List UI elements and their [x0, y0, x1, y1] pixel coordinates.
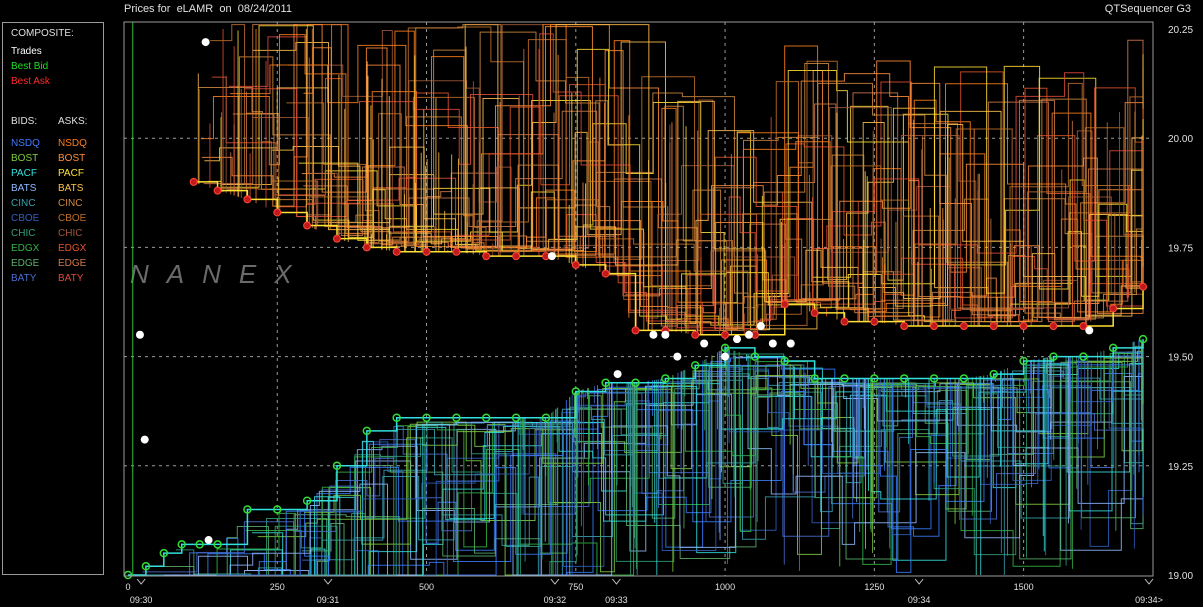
- time-marker: [914, 578, 924, 585]
- best-ask-point: [273, 208, 282, 217]
- best-ask-point: [840, 317, 849, 326]
- trade-point: [768, 339, 777, 348]
- trade-point: [613, 370, 622, 379]
- quote-lines-layer: [137, 24, 1144, 576]
- best-ask-point: [213, 186, 222, 195]
- best-ask-point: [332, 234, 341, 243]
- y-tick-label: 19.00: [1168, 571, 1193, 582]
- best-ask-point: [989, 322, 998, 331]
- best-ask-point: [691, 330, 700, 339]
- best-ask-point: [870, 317, 879, 326]
- trade-point: [721, 352, 730, 361]
- x-tick-label: 1500: [1014, 582, 1034, 592]
- ask-quote-line: [303, 92, 1144, 327]
- nanex-watermark: NANEX: [130, 259, 310, 289]
- time-label: 09:33: [605, 595, 628, 605]
- x-tick-label: 1000: [715, 582, 735, 592]
- trade-point: [661, 330, 670, 339]
- trade-point: [1085, 326, 1094, 335]
- best-ask-point: [631, 326, 640, 335]
- trade-point: [700, 339, 709, 348]
- time-marker: [323, 578, 333, 585]
- time-marker: [1144, 578, 1154, 585]
- time-label: 09:31: [317, 595, 340, 605]
- best-ask-point: [571, 260, 580, 269]
- best-ask-point: [900, 322, 909, 331]
- best-ask-point: [1139, 282, 1148, 291]
- best-ask-point: [601, 269, 610, 278]
- trade-point: [201, 38, 210, 47]
- best-ask-point: [1109, 304, 1118, 313]
- best-ask-point: [810, 308, 819, 317]
- trade-point: [547, 252, 556, 261]
- best-ask-point: [303, 221, 312, 230]
- trade-point: [756, 322, 765, 331]
- trade-point: [135, 330, 144, 339]
- x-tick-label: 750: [568, 582, 583, 592]
- best-ask-point: [189, 177, 198, 186]
- trade-point: [140, 435, 149, 444]
- y-tick-label: 19.25: [1168, 462, 1193, 473]
- time-marker: [136, 578, 146, 585]
- best-ask-point: [243, 195, 252, 204]
- time-marker: [550, 578, 560, 585]
- best-ask-point: [512, 252, 521, 261]
- time-marker: [612, 578, 621, 585]
- trade-point: [204, 536, 213, 545]
- best-ask-point: [780, 300, 789, 309]
- best-ask-point: [1049, 322, 1058, 331]
- y-tick-label: 20.00: [1168, 134, 1193, 145]
- best-ask-point: [482, 252, 491, 261]
- trade-point: [649, 330, 658, 339]
- x-tick-label: 250: [270, 582, 285, 592]
- y-tick-label: 19.50: [1168, 353, 1193, 364]
- x-tick-label: 500: [419, 582, 434, 592]
- best-ask-point: [1079, 322, 1088, 331]
- time-label: 09:32: [544, 595, 567, 605]
- best-ask-point: [930, 322, 939, 331]
- ask-quote-line: [303, 26, 1144, 323]
- trade-point: [673, 352, 682, 361]
- trade-point: [733, 335, 742, 344]
- trade-point: [744, 330, 753, 339]
- time-label: 09:30: [130, 595, 153, 605]
- x-tick-label: 0: [125, 582, 130, 592]
- x-tick-label: 1250: [864, 582, 884, 592]
- best-ask-point: [721, 330, 730, 339]
- best-ask-point: [422, 247, 431, 256]
- best-ask-point: [1019, 322, 1028, 331]
- ask-quote-line: [232, 24, 1144, 329]
- time-label: 09:34: [908, 595, 931, 605]
- best-ask-point: [362, 243, 371, 252]
- y-tick-label: 20.25: [1168, 25, 1193, 36]
- best-ask-point: [392, 247, 401, 256]
- y-tick-label: 19.75: [1168, 243, 1193, 254]
- trade-point: [786, 339, 795, 348]
- price-chart: NANEX 20.25 20.00 19.75 19.50 19.25 19.00 0 250…: [123, 21, 1193, 605]
- best-ask-point: [452, 247, 461, 256]
- best-ask-point: [959, 322, 968, 331]
- time-label: 09:34>: [1135, 595, 1163, 605]
